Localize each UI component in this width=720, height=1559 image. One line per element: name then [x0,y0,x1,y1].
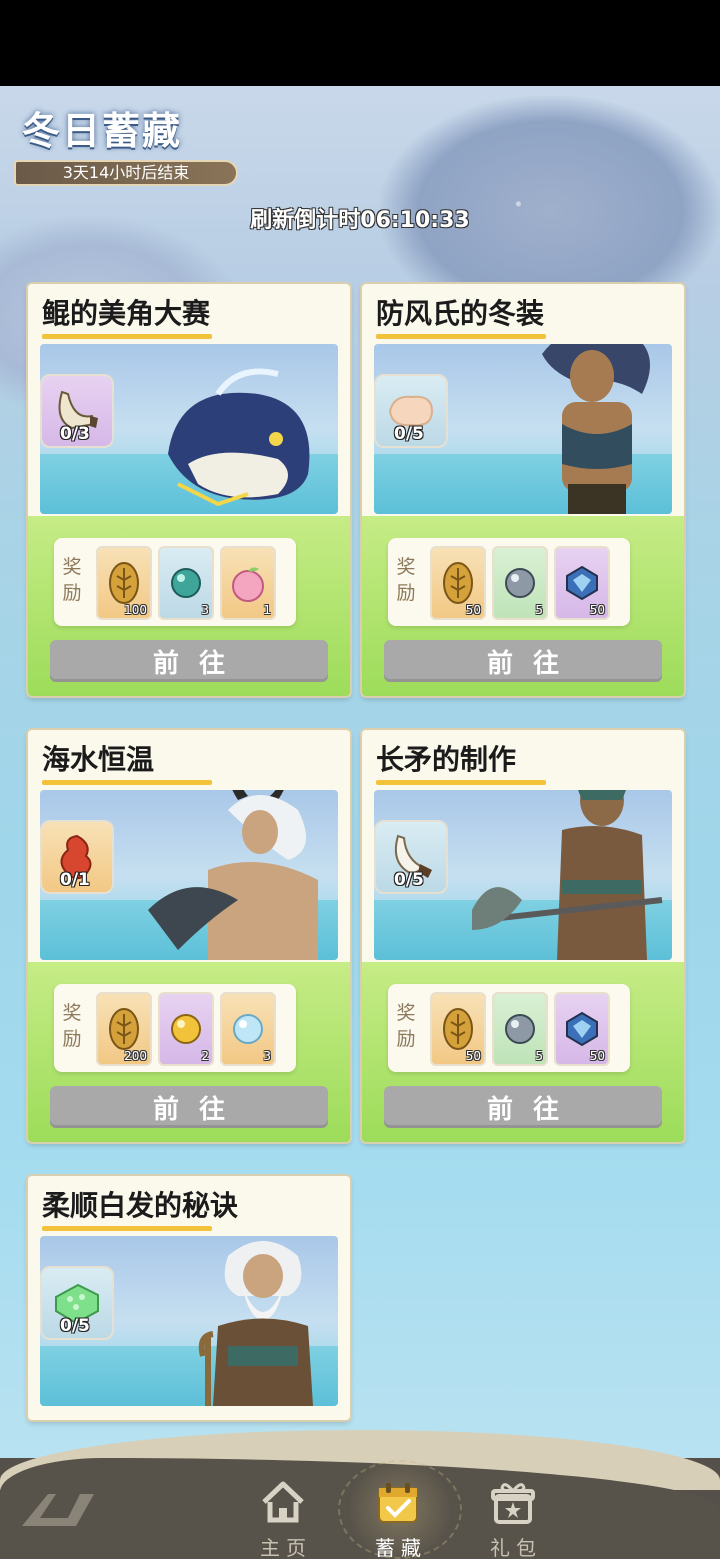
teal-orb-icon [171,568,201,598]
white-haired-elder-icon [198,1241,313,1406]
go-button[interactable]: 前往 [384,1086,662,1128]
nav-label: 礼包 [490,1536,542,1559]
quest-card: 海水恒温 0/1 奖励 200 2 3 前往 [28,730,350,1142]
reward-count: 100 [124,603,147,617]
refresh-countdown: 刷新倒计时06:10:33 [250,208,470,233]
nav-item-home[interactable]: 主页 [248,1474,318,1559]
required-material[interactable]: 0/5 [374,820,448,894]
nav-label: 主页 [260,1536,312,1559]
status-bar [0,0,720,86]
reward-item[interactable]: 50 [554,546,610,620]
wind-clan-character-icon [542,344,650,514]
event-title: 冬日蓄藏 [22,108,183,153]
horned-sea-god-icon [148,790,318,960]
go-button[interactable]: 前往 [50,640,328,682]
required-material[interactable]: 0/3 [40,374,114,448]
reward-item[interactable]: 3 [158,546,214,620]
spear-warrior-icon [472,790,663,960]
event-end-badge: 3天14小时后结束 [14,160,238,186]
nav-item-storage[interactable]: 蓄藏 [363,1474,433,1559]
reward-count: 3 [263,1049,271,1063]
reward-count: 50 [465,603,481,617]
nav-label: 蓄藏 [375,1536,427,1559]
whale-creature-icon [168,368,310,507]
quest-card: 柔顺白发的秘诀 0/5 [28,1176,350,1420]
gift-icon [491,1483,535,1524]
blue-gem-icon [566,565,598,601]
quest-card: 鲲的美角大赛 0/3 奖励 100 3 1 前往 [28,284,350,696]
reward-count: 5 [535,1049,543,1063]
reward-item[interactable]: 50 [554,992,610,1066]
reward-count: 50 [589,603,605,617]
rewards-panel: 奖励 200 2 3 [54,984,296,1072]
required-material[interactable]: 0/1 [40,820,114,894]
reward-item[interactable]: 200 [96,992,152,1066]
blue-gem-icon [566,1011,598,1047]
quest-card: 长矛的制作 0/5 奖励 50 5 50 前往 [362,730,684,1142]
home-icon [262,1481,304,1523]
reward-item[interactable]: 50 [430,992,486,1066]
quest-title: 海水恒温 [42,743,155,776]
gold-leaf-coin-icon [443,1008,473,1050]
reward-count: 1 [263,603,271,617]
rewards-label: 奖励 [396,556,416,604]
calendar-check-icon [378,1483,418,1523]
required-material[interactable]: 0/5 [374,374,448,448]
reward-item[interactable]: 5 [492,546,548,620]
reward-count: 50 [589,1049,605,1063]
material-count: 0/5 [394,424,424,444]
gray-orb-icon [505,568,535,598]
material-count: 0/5 [60,1316,90,1336]
rewards-panel: 奖励 50 5 50 [388,984,630,1072]
reward-count: 50 [465,1049,481,1063]
reward-count: 2 [201,1049,209,1063]
rewards-label: 奖励 [62,556,82,604]
quest-title: 柔顺白发的秘诀 [42,1189,239,1222]
reward-item[interactable]: 100 [96,546,152,620]
material-count: 0/1 [60,870,90,890]
quest-card: 防风氏的冬装 0/5 奖励 50 5 50 前往 [362,284,684,696]
quest-title: 长矛的制作 [376,743,517,776]
reward-item[interactable]: 2 [158,992,214,1066]
gold-leaf-coin-icon [443,562,473,604]
quest-title: 鲲的美角大赛 [42,297,211,330]
pink-peach-icon [232,567,264,602]
quest-title: 防风氏的冬装 [376,297,545,330]
bottom-nav: 主页 蓄藏 礼包 [0,1430,720,1559]
go-button[interactable]: 前往 [384,640,662,682]
rewards-panel: 奖励 50 5 50 [388,538,630,626]
material-count: 0/5 [394,870,424,890]
rewards-panel: 奖励 100 3 1 [54,538,296,626]
rewards-label: 奖励 [62,1002,82,1050]
gold-leaf-coin-icon [109,1008,139,1050]
rewards-label: 奖励 [396,1002,416,1050]
reward-item[interactable]: 5 [492,992,548,1066]
reward-item[interactable]: 3 [220,992,276,1066]
reward-count: 5 [535,603,543,617]
game-logo-icon [22,1494,94,1526]
light-blue-orb-icon [233,1014,263,1044]
gold-orb-icon [171,1014,201,1044]
reward-item[interactable]: 50 [430,546,486,620]
reward-count: 3 [201,603,209,617]
required-material[interactable]: 0/5 [40,1266,114,1340]
reward-item[interactable]: 1 [220,546,276,620]
gold-leaf-coin-icon [109,562,139,604]
gray-orb-icon [505,1014,535,1044]
go-button[interactable]: 前往 [50,1086,328,1128]
nav-item-gift[interactable]: 礼包 [478,1474,548,1559]
material-count: 0/3 [60,424,90,444]
reward-count: 200 [124,1049,147,1063]
